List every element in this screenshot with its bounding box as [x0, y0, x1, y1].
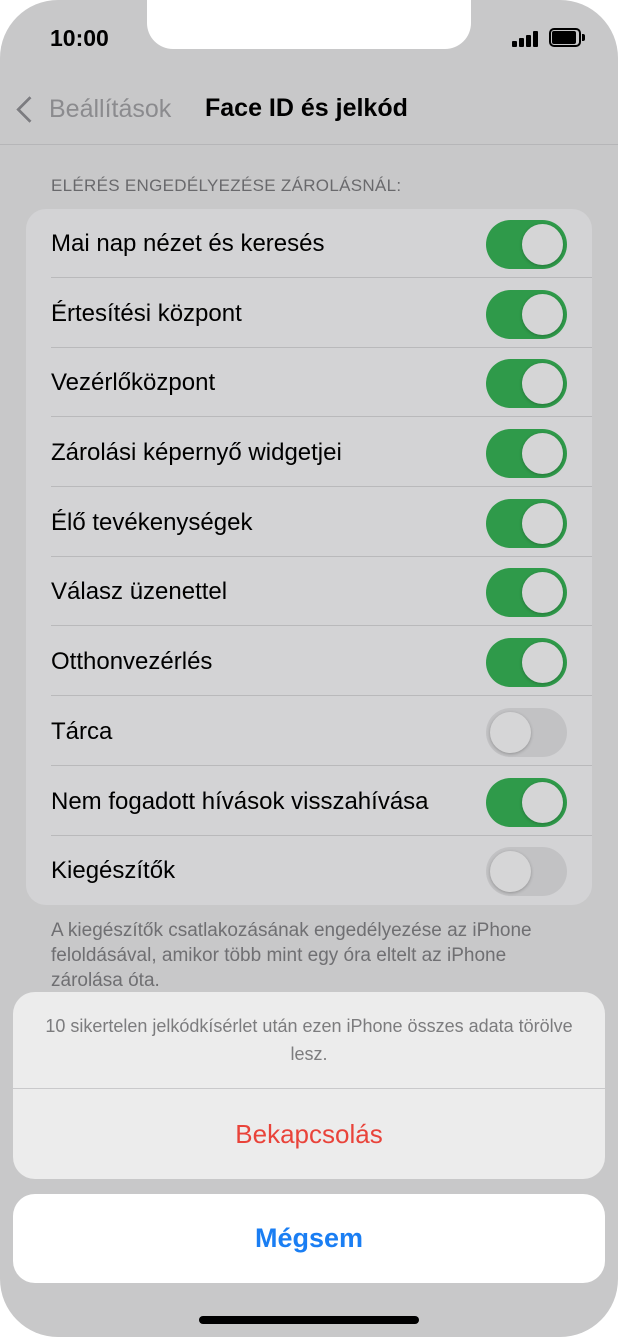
list-item-label: Zárolási képernyő widgetjei [51, 439, 342, 466]
toggle-switch[interactable] [486, 290, 567, 339]
list-item: Értesítési központ [26, 279, 592, 348]
list-item-label: Tárca [51, 718, 113, 745]
section-header: ELÉRÉS ENGEDÉLYEZÉSE ZÁROLÁSNÁL: [51, 176, 402, 195]
action-sheet-message: 10 sikertelen jelkódkísérlet után ezen i… [45, 1016, 573, 1064]
list-item-label: Értesítési központ [51, 300, 242, 327]
list-item: Vezérlőközpont [26, 348, 592, 417]
action-sheet: 10 sikertelen jelkódkísérlet után ezen i… [13, 992, 605, 1179]
cancel-button[interactable]: Mégsem [13, 1194, 605, 1283]
list-item: Élő tevékenységek [26, 488, 592, 557]
enable-button[interactable]: Bekapcsolás [13, 1089, 605, 1179]
back-label: Beállítások [49, 94, 172, 123]
toggle-switch[interactable] [486, 568, 567, 617]
list-item: Nem fogadott hívások visszahívása [26, 767, 592, 836]
list-item: Kiegészítők [26, 836, 592, 905]
list-item-label: Élő tevékenységek [51, 509, 253, 536]
section-footer-note: A kiegészítők csatlakozásának engedélyez… [51, 920, 532, 991]
back-button[interactable]: Beállítások [12, 94, 171, 124]
toggle-switch[interactable] [486, 359, 567, 408]
list-item: Mai nap nézet és keresés [26, 209, 592, 278]
chevron-left-icon [16, 95, 43, 123]
list-item: Tárca [26, 697, 592, 766]
battery-full-icon [549, 28, 585, 47]
list-item-label: Otthonvezérlés [51, 648, 213, 675]
phone-screen: 10:00 Beállítások Face ID és jelkód ELÉR… [0, 0, 618, 1337]
list-item-label: Nem fogadott hívások visszahívása [51, 788, 429, 815]
toggle-switch[interactable] [486, 847, 567, 896]
list-item-label: Kiegészítők [51, 857, 176, 884]
toggle-switch[interactable] [486, 429, 567, 478]
notch [147, 0, 471, 49]
list-item-label: Mai nap nézet és keresés [51, 230, 325, 257]
page-title: Face ID és jelkód [205, 94, 408, 122]
lock-access-list: Mai nap nézet és keresés Értesítési közp… [26, 209, 592, 905]
list-item: Otthonvezérlés [26, 627, 592, 696]
home-indicator[interactable] [199, 1316, 419, 1324]
toggle-switch[interactable] [486, 638, 567, 687]
toggle-switch[interactable] [486, 220, 567, 269]
status-time: 10:00 [50, 25, 109, 51]
list-item-label: Vezérlőközpont [51, 369, 216, 396]
cellular-signal-icon [512, 31, 540, 47]
navigation-bar: Beállítások Face ID és jelkód [0, 72, 618, 145]
list-item-label: Válasz üzenettel [51, 578, 228, 605]
toggle-switch[interactable] [486, 499, 567, 548]
toggle-switch[interactable] [486, 708, 567, 757]
toggle-switch[interactable] [486, 778, 567, 827]
list-item: Zárolási képernyő widgetjei [26, 418, 592, 487]
list-item: Válasz üzenettel [26, 557, 592, 626]
